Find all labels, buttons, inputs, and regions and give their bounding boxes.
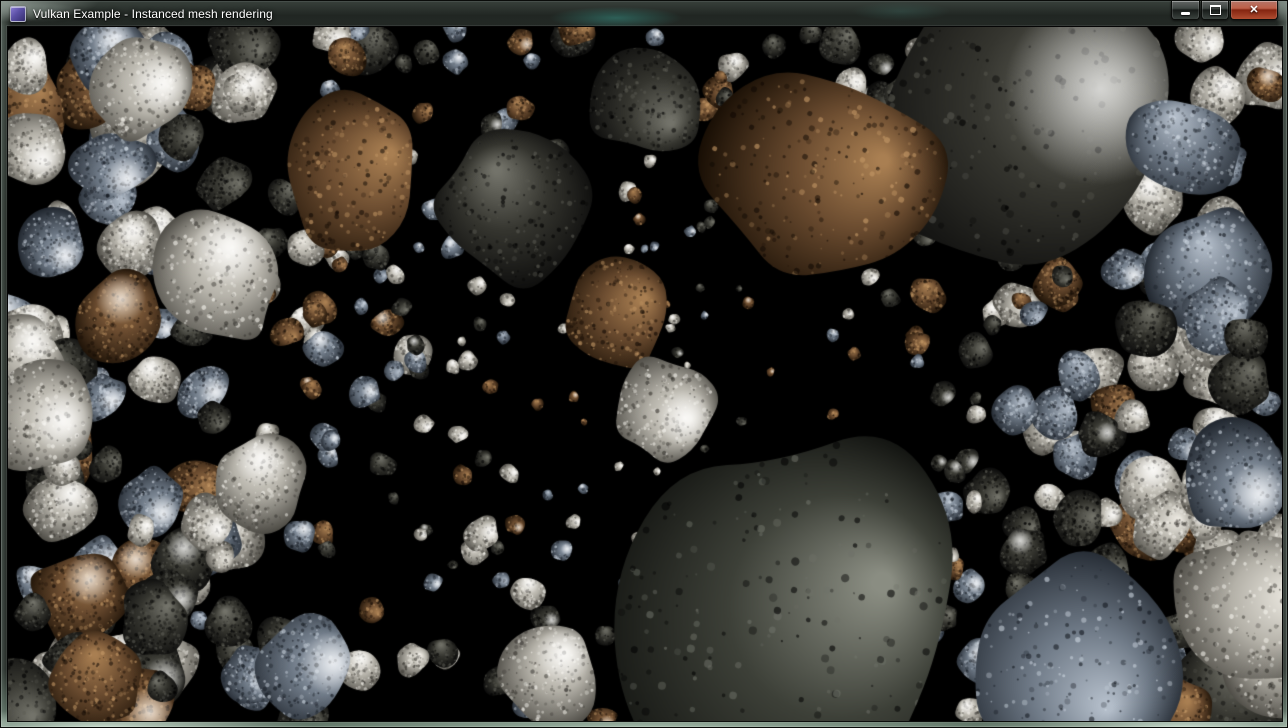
window-controls: ✕: [1170, 1, 1278, 20]
window-title: Vulkan Example - Instanced mesh renderin…: [33, 7, 273, 21]
app-window: Vulkan Example - Instanced mesh renderin…: [0, 0, 1288, 728]
maximize-button[interactable]: [1201, 1, 1229, 20]
close-button[interactable]: ✕: [1230, 1, 1278, 20]
client-area: [8, 27, 1282, 721]
minimize-button[interactable]: [1171, 1, 1200, 20]
app-icon[interactable]: [10, 6, 26, 22]
minimize-icon: [1181, 12, 1190, 15]
render-viewport[interactable]: [8, 27, 1282, 721]
titlebar[interactable]: Vulkan Example - Instanced mesh renderin…: [1, 1, 1287, 27]
close-icon: ✕: [1249, 5, 1258, 16]
maximize-icon: [1210, 5, 1221, 15]
